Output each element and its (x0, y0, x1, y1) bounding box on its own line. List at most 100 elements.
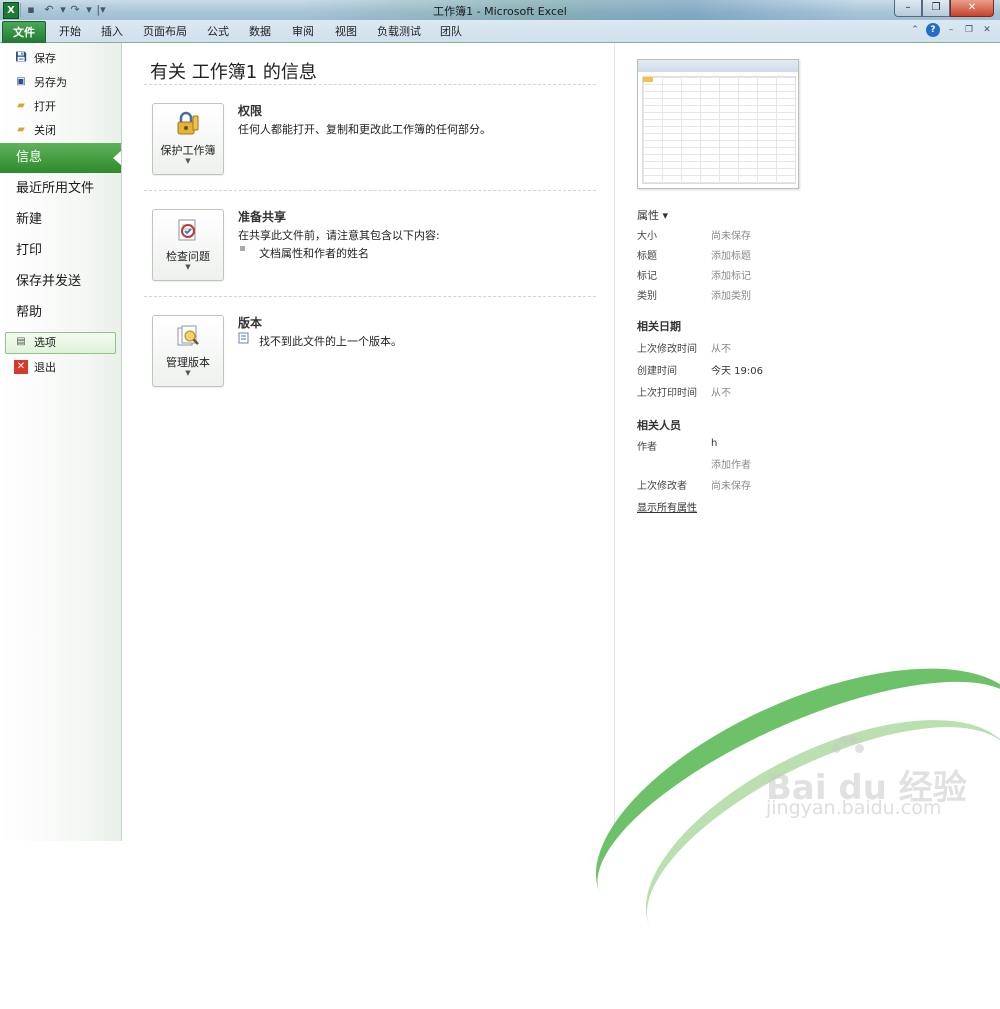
watermark-url: jingyan.baidu.com (766, 797, 942, 819)
prop-val-last-modified-by: 尚未保存 (711, 481, 751, 492)
inspect-document-icon (178, 219, 196, 241)
ribbon-tabs: 文件 开始 插入 页面布局 公式 数据 审阅 视图 负载测试 团队 ⌃ ? – … (0, 20, 1000, 43)
prepare-sharing-text: 在共享此文件前，请注意其包含以下内容: (238, 229, 440, 242)
chevron-down-icon: ▼ (185, 263, 191, 271)
nav-item-open[interactable]: ▰ 打开 (14, 95, 56, 117)
thumbnail-ribbon (638, 60, 798, 72)
nav-print[interactable]: 打印 (0, 236, 121, 266)
prop-key-author: 作者 (637, 442, 657, 453)
title-bar: X ▪ ↶ ▾ ↷ ▾ |▾ 工作簿1 - Microsoft Excel – … (0, 0, 1000, 20)
show-all-properties-link[interactable]: 显示所有属性 (637, 499, 697, 514)
workbook-restore-icon[interactable]: ❐ (962, 23, 976, 37)
open-folder-icon: ▰ (17, 100, 25, 111)
save-icon: 💾︎ (14, 52, 28, 63)
nav-recent[interactable]: 最近所用文件 (0, 174, 121, 204)
bullet-icon (240, 246, 245, 251)
permissions-title: 权限 (238, 104, 263, 118)
help-icon[interactable]: ? (926, 23, 940, 37)
nav-item-save[interactable]: 💾︎ 保存 (14, 47, 56, 69)
nav-item-label: 关闭 (34, 124, 56, 137)
version-document-icon (238, 332, 249, 344)
thumbnail-active-cell (643, 77, 653, 82)
nav-item-exit[interactable]: ✕ 退出 (14, 356, 56, 378)
tab-formulas[interactable]: 公式 (200, 23, 236, 41)
prop-key-created: 创建时间 (637, 366, 677, 377)
nav-item-label: 保存 (34, 52, 56, 65)
chevron-down-icon: ▼ (185, 157, 191, 165)
prop-val-created: 今天 19:06 (711, 366, 763, 377)
versions-text: 找不到此文件的上一个版本。 (259, 335, 402, 348)
prop-val-title[interactable]: 添加标题 (711, 247, 751, 262)
divider (144, 296, 596, 297)
nav-save-send[interactable]: 保存并发送 (0, 267, 121, 297)
nav-item-label: 选项 (34, 336, 56, 349)
exit-icon: ✕ (14, 360, 28, 374)
nav-new[interactable]: 新建 (0, 205, 121, 235)
nav-item-close[interactable]: ▰ 关闭 (14, 119, 56, 141)
close-folder-icon: ▰ (17, 124, 25, 135)
related-people-header: 相关人员 (637, 419, 681, 432)
protect-workbook-label: 保护工作簿 (160, 144, 216, 157)
tab-home[interactable]: 开始 (52, 23, 88, 41)
backstage-nav: 💾︎ 保存 ▣ 另存为 ▰ 打开 ▰ 关闭 信息 最近所用文件 新建 打印 保存… (0, 43, 122, 841)
prop-val-category[interactable]: 添加类别 (711, 287, 751, 302)
prop-val-last-modified: 从不 (711, 344, 731, 355)
tab-view[interactable]: 视图 (328, 23, 364, 41)
page-title: 有关 工作簿1 的信息 (150, 62, 317, 83)
nav-item-label: 退出 (34, 361, 56, 374)
minimize-ribbon-icon[interactable]: ⌃ (908, 23, 922, 37)
prop-key-title: 标题 (637, 251, 657, 262)
window-controls: – ❐ ✕ (894, 0, 994, 17)
lock-icon (177, 111, 199, 135)
nav-info[interactable]: 信息 (0, 143, 121, 173)
prop-key-last-modified-by: 上次修改者 (637, 481, 687, 492)
versions-title: 版本 (238, 316, 263, 330)
prop-key-size: 大小 (637, 231, 657, 242)
prop-val-tags[interactable]: 添加标记 (711, 267, 751, 282)
tab-team[interactable]: 团队 (433, 23, 469, 41)
tab-review[interactable]: 审阅 (285, 23, 321, 41)
prop-val-last-printed: 从不 (711, 388, 731, 399)
workbook-minimize-icon[interactable]: – (944, 23, 958, 37)
prop-val-size: 尚未保存 (711, 231, 751, 242)
info-panel: 有关 工作簿1 的信息 保护工作簿 ▼ 权限 任何人都能打开、复制和更改此工作簿… (122, 43, 614, 841)
permissions-text: 任何人都能打开、复制和更改此工作簿的任何部分。 (238, 123, 491, 136)
workbook-thumbnail (637, 59, 799, 189)
properties-dropdown[interactable]: 属性 ▾ (637, 207, 668, 223)
check-issues-button[interactable]: 检查问题 ▼ (152, 209, 224, 281)
tab-load-test[interactable]: 负载测试 (372, 23, 426, 41)
nav-help[interactable]: 帮助 (0, 298, 121, 328)
window-title: 工作簿1 - Microsoft Excel (433, 5, 567, 18)
manage-versions-label: 管理版本 (166, 356, 210, 369)
workbook-close-icon[interactable]: ✕ (980, 23, 994, 37)
nav-item-label: 另存为 (34, 76, 67, 89)
prop-key-tags: 标记 (637, 271, 657, 282)
save-as-icon: ▣ (16, 76, 26, 87)
restore-icon[interactable]: ❐ (922, 0, 950, 17)
chevron-down-icon: ▼ (185, 369, 191, 377)
nav-item-options[interactable]: ▤ 选项 (14, 331, 56, 353)
prepare-sharing-bullet: 文档属性和作者的姓名 (259, 247, 369, 260)
close-icon[interactable]: ✕ (950, 0, 994, 17)
thumbnail-grid (642, 76, 796, 184)
prop-key-last-modified: 上次修改时间 (637, 344, 697, 355)
tab-data[interactable]: 数据 (242, 23, 278, 41)
ribbon-right-controls: ⌃ ? – ❐ ✕ (908, 23, 994, 37)
protect-workbook-button[interactable]: 保护工作簿 ▼ (152, 103, 224, 175)
manage-versions-button[interactable]: 管理版本 ▼ (152, 315, 224, 387)
add-author-link[interactable]: 添加作者 (711, 456, 751, 471)
prepare-sharing-title: 准备共享 (238, 210, 287, 224)
nav-item-label: 打开 (34, 100, 56, 113)
manage-versions-icon (177, 325, 199, 346)
related-dates-header: 相关日期 (637, 320, 681, 333)
tab-insert[interactable]: 插入 (94, 23, 130, 41)
check-issues-label: 检查问题 (166, 250, 210, 263)
paw-logo-icon (832, 736, 864, 758)
options-icon: ▤ (16, 336, 26, 347)
nav-item-save-as[interactable]: ▣ 另存为 (14, 71, 67, 93)
tab-page-layout[interactable]: 页面布局 (138, 23, 192, 41)
minimize-icon[interactable]: – (894, 0, 922, 17)
tab-file[interactable]: 文件 (2, 21, 46, 43)
divider (144, 190, 596, 191)
divider (144, 84, 596, 85)
